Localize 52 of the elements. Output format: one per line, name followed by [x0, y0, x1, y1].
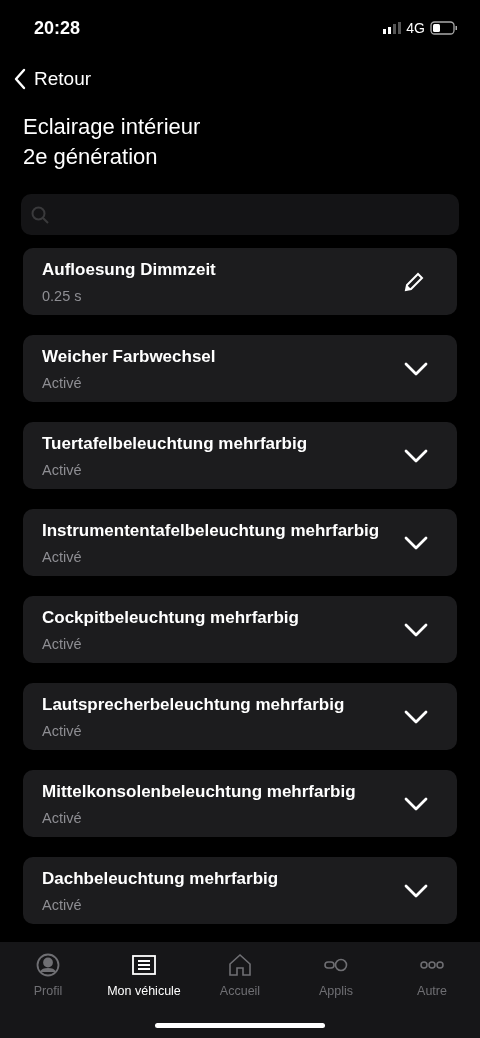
page-title: 2e génération	[23, 143, 159, 171]
profile-icon	[36, 953, 60, 977]
setting-value: Activé	[42, 549, 83, 565]
battery-icon	[430, 21, 458, 35]
chevron-down-icon[interactable]	[404, 535, 428, 550]
chevron-down-icon[interactable]	[404, 622, 428, 637]
chevron-left-icon	[14, 68, 26, 90]
setting-label: Cockpitbeleuchtung mehrfarbig	[42, 607, 300, 628]
setting-value: Activé	[42, 897, 83, 913]
chevron-down-icon[interactable]	[404, 361, 428, 376]
status-time: 20:28	[34, 17, 81, 39]
setting-label: Lautsprecherbeleuchtung mehrfarbig	[42, 694, 346, 715]
tab-bar-item[interactable]: Autre	[387, 952, 477, 1038]
tab-bar-item[interactable]: Applis	[291, 952, 381, 1038]
setting-label: Instrumententafelbeleuchtung mehrfarbig	[42, 520, 381, 541]
setting-card[interactable]: Weicher Farbwechsel Activé	[23, 335, 457, 402]
pencil-icon[interactable]	[404, 271, 424, 292]
chevron-down-icon[interactable]	[404, 448, 428, 463]
home-icon	[228, 953, 252, 977]
setting-card[interactable]: Dachbeleuchtung mehrfarbig Activé	[23, 857, 457, 924]
chevron-down-icon[interactable]	[404, 796, 428, 811]
setting-label: Tuertafelbeleuchtung mehrfarbig	[42, 433, 309, 454]
setting-label: Weicher Farbwechsel	[42, 346, 217, 367]
search-icon	[31, 205, 49, 224]
apps-icon	[324, 958, 348, 972]
setting-label: Dachbeleuchtung mehrfarbig	[42, 868, 280, 889]
tab-bar-item[interactable]: Mon véhicule	[99, 952, 189, 1038]
setting-card[interactable]: Instrumententafelbeleuchtung mehrfarbig Activé	[23, 509, 457, 576]
page-title: Eclairage intérieur	[23, 113, 202, 141]
setting-card[interactable]: Lautsprecherbeleuchtung mehrfarbig Activé	[23, 683, 457, 750]
chevron-down-icon[interactable]	[404, 883, 428, 898]
setting-value: 0.25 s	[42, 288, 83, 304]
chevron-down-icon[interactable]	[404, 709, 428, 724]
network-label: 4G	[406, 20, 425, 36]
setting-value: Activé	[42, 636, 83, 652]
setting-card[interactable]: Aufloesung Dimmzeit 0.25 s	[23, 248, 457, 315]
setting-label: Mittelkonsolenbeleuchtung mehrfarbig	[42, 781, 357, 802]
setting-value: Activé	[42, 723, 83, 739]
setting-label: Aufloesung Dimmzeit	[42, 259, 217, 280]
tab-bar-item[interactable]: Accueil	[195, 952, 285, 1038]
setting-value: Activé	[42, 810, 83, 826]
tab-bar-item[interactable]: Profil	[3, 952, 93, 1038]
setting-card[interactable]: Mittelkonsolenbeleuchtung mehrfarbig Activé	[23, 770, 457, 837]
list-icon	[132, 954, 156, 976]
signal-icon	[383, 22, 402, 34]
more-icon	[420, 961, 444, 969]
setting-card[interactable]: Tuertafelbeleuchtung mehrfarbig Activé	[23, 422, 457, 489]
setting-card[interactable]: Cockpitbeleuchtung mehrfarbig Activé	[23, 596, 457, 663]
search-field[interactable]	[21, 194, 459, 235]
setting-value: Activé	[42, 462, 83, 478]
back-button[interactable]: Retour	[14, 68, 92, 90]
setting-value: Activé	[42, 375, 83, 391]
